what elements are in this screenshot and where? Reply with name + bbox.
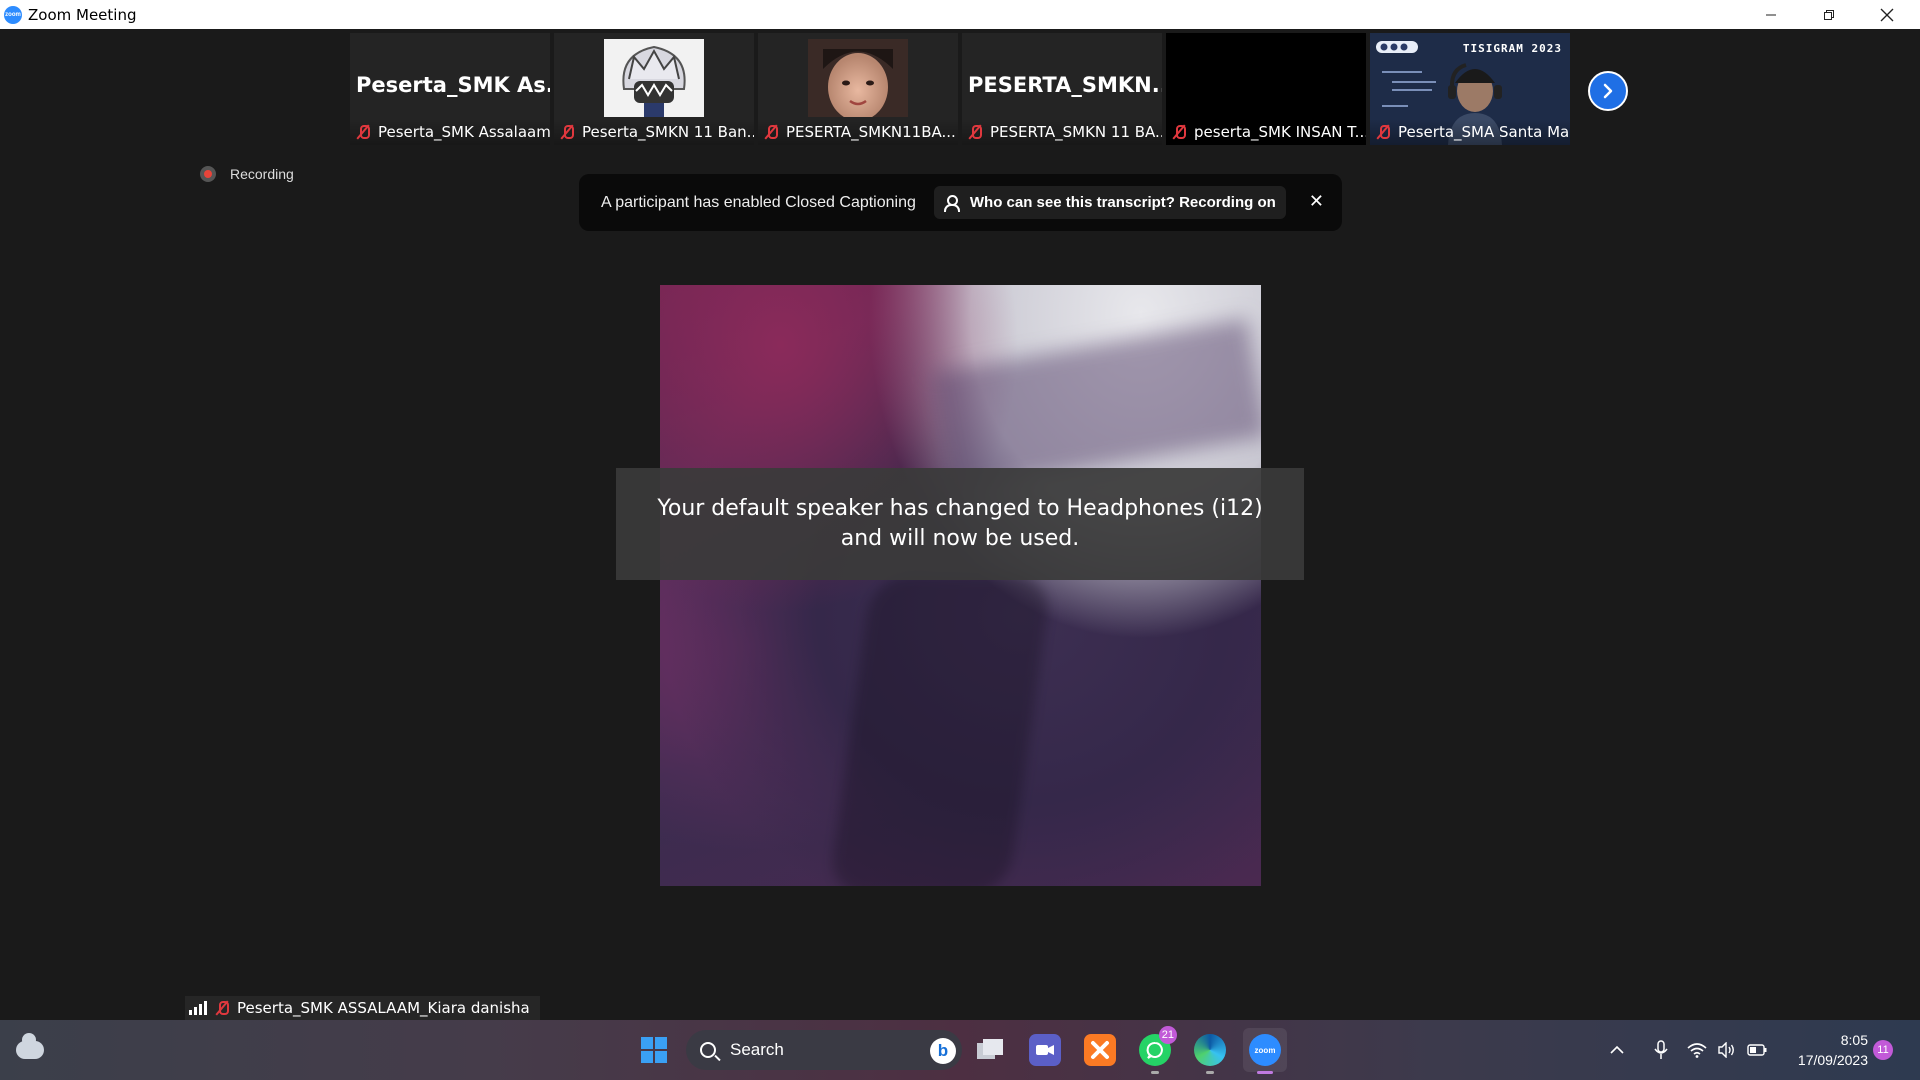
edge-icon: [1194, 1034, 1226, 1066]
restore-button[interactable]: [1800, 0, 1858, 29]
microphone-icon: [1654, 1040, 1668, 1059]
volume-button[interactable]: [1714, 1037, 1740, 1063]
next-page-button[interactable]: [1588, 71, 1628, 111]
running-indicator: [1151, 1071, 1159, 1074]
search-placeholder: Search: [730, 1040, 784, 1059]
participant-tile[interactable]: Peserta_SMK As... Peserta_SMK Assalaam..…: [350, 33, 550, 145]
participant-name-bar: PESERTA_SMKN11BA...: [758, 119, 958, 145]
bing-icon[interactable]: b: [930, 1038, 956, 1064]
battery-button[interactable]: [1744, 1037, 1770, 1063]
participant-name-bar: PESERTA_SMKN 11 BA...: [962, 119, 1162, 145]
transcript-visibility-button[interactable]: Who can see this transcript? Recording o…: [933, 186, 1286, 219]
mic-muted-icon: [560, 124, 574, 140]
teams-chat-button[interactable]: [1023, 1028, 1067, 1072]
active-indicator: [1257, 1071, 1273, 1074]
mic-muted-icon: [764, 124, 778, 140]
participant-name: Peserta_SMKN 11 Ban...: [582, 123, 754, 141]
teams-icon: [1029, 1034, 1061, 1066]
mic-muted-icon: [356, 124, 370, 140]
signal-strength-icon: [189, 1001, 207, 1015]
chevron-up-icon: [1610, 1045, 1624, 1054]
active-speaker-label: Peserta_SMK ASSALAAM_Kiara danisha: [185, 996, 540, 1020]
title-bar: zoom Zoom Meeting: [0, 0, 1920, 29]
window-title: Zoom Meeting: [28, 5, 137, 24]
whatsapp-button[interactable]: 21: [1133, 1026, 1177, 1074]
participant-tile[interactable]: PESERTA_SMKN11BA...: [758, 33, 958, 145]
edge-button[interactable]: [1188, 1028, 1232, 1074]
participant-display-name: PESERTA_SMKN...: [968, 73, 1162, 97]
whatsapp-badge: 21: [1158, 1026, 1177, 1044]
transcript-button-label: Who can see this transcript? Recording o…: [969, 194, 1276, 211]
system-tray: [1604, 1020, 1770, 1080]
notification-center-badge[interactable]: 11: [1873, 1040, 1893, 1060]
microphone-tray-button[interactable]: [1648, 1037, 1674, 1063]
profile-photo-image: [808, 39, 908, 117]
participant-tile[interactable]: PESERTA_SMKN... PESERTA_SMKN 11 BA...: [962, 33, 1162, 145]
video-shading: [827, 575, 1053, 886]
task-view-button[interactable]: [968, 1028, 1012, 1072]
clock-date: 17/09/2023: [1797, 1052, 1868, 1068]
taskbar-clock[interactable]: 8:05 17/09/2023: [1784, 1030, 1868, 1070]
mic-muted-icon: [215, 1000, 229, 1016]
cloud-icon: [16, 1033, 44, 1059]
person-icon: [943, 194, 960, 212]
zoom-taskbar-button[interactable]: zoom: [1243, 1028, 1287, 1074]
close-banner-button[interactable]: ✕: [1309, 191, 1324, 212]
search-icon: [700, 1042, 716, 1058]
weather-widget[interactable]: [8, 1028, 52, 1072]
recording-indicator[interactable]: Recording: [200, 166, 294, 182]
active-speaker-name: Peserta_SMK ASSALAAM_Kiara danisha: [237, 999, 530, 1017]
speaker-change-notification: Your default speaker has changed to Head…: [616, 468, 1304, 580]
windows-logo-icon: [641, 1037, 667, 1063]
anime-avatar-image: [604, 39, 704, 117]
running-indicator: [1206, 1071, 1214, 1074]
participant-name: PESERTA_SMKN 11 BA...: [990, 123, 1162, 141]
participant-name-bar: Peserta_SMA Santa Ma...: [1370, 119, 1570, 145]
recording-label: Recording: [230, 166, 294, 182]
wifi-icon: [1687, 1043, 1707, 1058]
active-speaker-video: [660, 285, 1261, 886]
video-shading: [932, 318, 1261, 492]
notification-text: Your default speaker has changed to Head…: [657, 496, 1263, 551]
close-window-button[interactable]: [1858, 0, 1916, 29]
participant-display-name: Peserta_SMK As...: [356, 73, 550, 97]
participant-name: Peserta_SMA Santa Ma...: [1398, 123, 1570, 141]
mic-muted-icon: [1172, 124, 1186, 140]
participant-name: Peserta_SMK Assalaam...: [378, 123, 550, 141]
start-button[interactable]: [632, 1028, 676, 1072]
mic-muted-icon: [1376, 124, 1390, 140]
caption-message: A participant has enabled Closed Caption…: [601, 193, 916, 211]
xampp-icon: [1084, 1034, 1116, 1066]
recording-dot-icon: [200, 166, 216, 182]
participant-name: peserta_SMK INSAN T...: [1194, 123, 1366, 141]
mic-muted-icon: [968, 124, 982, 140]
chevron-right-icon: [1603, 83, 1613, 99]
participant-name-bar: Peserta_SMK Assalaam...: [350, 119, 550, 145]
wifi-button[interactable]: [1684, 1037, 1710, 1063]
participant-tile[interactable]: Peserta_SMKN 11 Ban...: [554, 33, 754, 145]
participant-name-bar: peserta_SMK INSAN T...: [1166, 119, 1366, 145]
xampp-button[interactable]: [1078, 1028, 1122, 1072]
clock-time: 8:05: [1840, 1032, 1868, 1048]
taskbar-search[interactable]: Search b: [686, 1030, 962, 1070]
participant-name: PESERTA_SMKN11BA...: [786, 123, 956, 141]
closed-caption-banner: A participant has enabled Closed Caption…: [579, 174, 1342, 231]
restore-icon: [1824, 9, 1834, 20]
show-hidden-icons-button[interactable]: [1604, 1037, 1630, 1063]
participant-tile[interactable]: TISIGRAM 2023 Peserta_SMA Santa Ma...: [1370, 33, 1570, 145]
zoom-app-icon: zoom: [4, 5, 22, 24]
minimize-button[interactable]: [1742, 0, 1800, 29]
battery-icon: [1747, 1044, 1767, 1056]
task-view-icon: [977, 1039, 1003, 1059]
close-icon: [1880, 8, 1894, 21]
slide-title: TISIGRAM 2023: [1462, 42, 1562, 55]
volume-icon: [1718, 1042, 1734, 1058]
zoom-icon: zoom: [1249, 1034, 1281, 1066]
participant-tile[interactable]: peserta_SMK INSAN T...: [1166, 33, 1366, 145]
participant-name-bar: Peserta_SMKN 11 Ban...: [554, 119, 754, 145]
minimize-icon: [1766, 14, 1776, 15]
